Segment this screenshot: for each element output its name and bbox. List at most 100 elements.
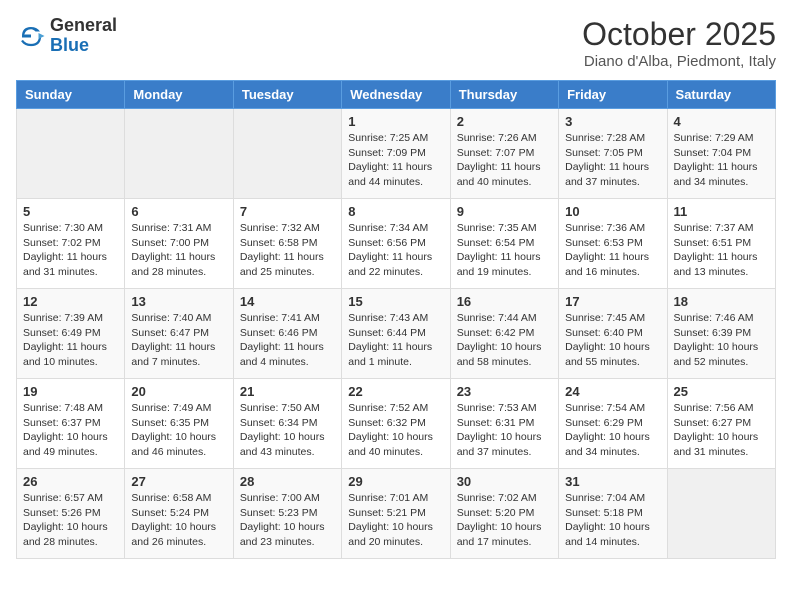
calendar-header-saturday: Saturday — [667, 81, 775, 109]
calendar-cell: 28Sunrise: 7:00 AM Sunset: 5:23 PM Dayli… — [233, 469, 341, 559]
calendar-cell: 20 Sunrise: 7:49 AM Sunset: 6:35 PM Dayli… — [125, 379, 233, 469]
day-info: Sunrise: 7:29 AM Sunset: 7:04 PM Dayligh… — [674, 131, 769, 190]
calendar-cell: 29 Sunrise: 7:01 AM Sunset: 5:21 PM Dayli… — [342, 469, 450, 559]
day-number: 11 — [674, 204, 769, 219]
day-number: 31 — [565, 474, 660, 489]
day-number: 29 — [348, 474, 443, 489]
day-number: 2 — [457, 114, 552, 129]
calendar-cell — [233, 109, 341, 199]
calendar-cell: 27Sunrise: 6:58 AM Sunset: 5:24 PM Dayli… — [125, 469, 233, 559]
day-info: Sunrise: 7:52 AM Sunset: 6:32 PM Dayligh… — [348, 401, 443, 460]
calendar-cell: 23 Sunrise: 7:53 AM Sunset: 6:31 PM Dayli… — [450, 379, 558, 469]
calendar-header-friday: Friday — [559, 81, 667, 109]
day-info: Sunrise: 7:37 AM Sunset: 6:51 PM Dayligh… — [674, 221, 769, 280]
day-info: Sunrise: 7:56 AM Sunset: 6:27 PM Dayligh… — [674, 401, 769, 460]
calendar-cell: 24 Sunrise: 7:54 AM Sunset: 6:29 PM Dayli… — [559, 379, 667, 469]
calendar-cell: 2 Sunrise: 7:26 AM Sunset: 7:07 PM Daylig… — [450, 109, 558, 199]
day-number: 10 — [565, 204, 660, 219]
day-info: Sunrise: 7:48 AM Sunset: 6:37 PM Dayligh… — [23, 401, 118, 460]
month-title: October 2025 — [582, 16, 776, 53]
day-number: 25 — [674, 384, 769, 399]
day-info: Sunrise: 7:36 AM Sunset: 6:53 PM Dayligh… — [565, 221, 660, 280]
day-number: 14 — [240, 294, 335, 309]
calendar-cell: 25 Sunrise: 7:56 AM Sunset: 6:27 PM Dayli… — [667, 379, 775, 469]
calendar-cell: 16 Sunrise: 7:44 AM Sunset: 6:42 PM Dayli… — [450, 289, 558, 379]
calendar-table: SundayMondayTuesdayWednesdayThursdayFrid… — [16, 80, 776, 559]
day-info: Sunrise: 7:35 AM Sunset: 6:54 PM Dayligh… — [457, 221, 552, 280]
day-info: Sunrise: 7:43 AM Sunset: 6:44 PM Dayligh… — [348, 311, 443, 370]
day-number: 24 — [565, 384, 660, 399]
calendar-cell: 14 Sunrise: 7:41 AM Sunset: 6:46 PM Dayli… — [233, 289, 341, 379]
day-number: 9 — [457, 204, 552, 219]
day-number: 12 — [23, 294, 118, 309]
day-number: 3 — [565, 114, 660, 129]
calendar-cell: 12 Sunrise: 7:39 AM Sunset: 6:49 PM Dayli… — [17, 289, 125, 379]
day-info: Sunrise: 7:44 AM Sunset: 6:42 PM Dayligh… — [457, 311, 552, 370]
calendar-cell — [667, 469, 775, 559]
day-number: 15 — [348, 294, 443, 309]
day-number: 23 — [457, 384, 552, 399]
day-info: Sunrise: 7:02 AM Sunset: 5:20 PM Dayligh… — [457, 491, 552, 550]
calendar-cell: 6Sunrise: 7:31 AM Sunset: 7:00 PM Daylig… — [125, 199, 233, 289]
location-subtitle: Diano d'Alba, Piedmont, Italy — [582, 53, 776, 70]
calendar-cell: 1 Sunrise: 7:25 AM Sunset: 7:09 PM Daylig… — [342, 109, 450, 199]
day-info: Sunrise: 7:32 AM Sunset: 6:58 PM Dayligh… — [240, 221, 335, 280]
day-info: Sunrise: 7:30 AM Sunset: 7:02 PM Dayligh… — [23, 221, 118, 280]
calendar-header-tuesday: Tuesday — [233, 81, 341, 109]
calendar-week-row: 5 Sunrise: 7:30 AM Sunset: 7:02 PM Daylig… — [17, 199, 776, 289]
calendar-cell: 3Sunrise: 7:28 AM Sunset: 7:05 PM Daylig… — [559, 109, 667, 199]
calendar-week-row: 12 Sunrise: 7:39 AM Sunset: 6:49 PM Dayli… — [17, 289, 776, 379]
day-number: 28 — [240, 474, 335, 489]
calendar-cell: 5 Sunrise: 7:30 AM Sunset: 7:02 PM Daylig… — [17, 199, 125, 289]
day-info: Sunrise: 6:57 AM Sunset: 5:26 PM Dayligh… — [23, 491, 118, 550]
calendar-cell: 13Sunrise: 7:40 AM Sunset: 6:47 PM Dayli… — [125, 289, 233, 379]
calendar-header-wednesday: Wednesday — [342, 81, 450, 109]
day-number: 4 — [674, 114, 769, 129]
day-info: Sunrise: 7:25 AM Sunset: 7:09 PM Dayligh… — [348, 131, 443, 190]
day-number: 5 — [23, 204, 118, 219]
day-number: 26 — [23, 474, 118, 489]
day-info: Sunrise: 7:04 AM Sunset: 5:18 PM Dayligh… — [565, 491, 660, 550]
day-info: Sunrise: 7:31 AM Sunset: 7:00 PM Dayligh… — [131, 221, 226, 280]
day-number: 21 — [240, 384, 335, 399]
day-info: Sunrise: 7:46 AM Sunset: 6:39 PM Dayligh… — [674, 311, 769, 370]
calendar-cell: 22Sunrise: 7:52 AM Sunset: 6:32 PM Dayli… — [342, 379, 450, 469]
logo: General Blue — [16, 16, 117, 56]
page-header: General Blue October 2025 Diano d'Alba, … — [16, 16, 776, 70]
calendar-header-row: SundayMondayTuesdayWednesdayThursdayFrid… — [17, 81, 776, 109]
day-number: 7 — [240, 204, 335, 219]
calendar-cell: 10 Sunrise: 7:36 AM Sunset: 6:53 PM Dayli… — [559, 199, 667, 289]
calendar-header-monday: Monday — [125, 81, 233, 109]
day-info: Sunrise: 7:40 AM Sunset: 6:47 PM Dayligh… — [131, 311, 226, 370]
day-info: Sunrise: 7:53 AM Sunset: 6:31 PM Dayligh… — [457, 401, 552, 460]
calendar-cell: 31 Sunrise: 7:04 AM Sunset: 5:18 PM Dayli… — [559, 469, 667, 559]
day-number: 8 — [348, 204, 443, 219]
day-info: Sunrise: 7:49 AM Sunset: 6:35 PM Dayligh… — [131, 401, 226, 460]
day-info: Sunrise: 7:39 AM Sunset: 6:49 PM Dayligh… — [23, 311, 118, 370]
day-number: 30 — [457, 474, 552, 489]
day-info: Sunrise: 7:26 AM Sunset: 7:07 PM Dayligh… — [457, 131, 552, 190]
day-info: Sunrise: 7:41 AM Sunset: 6:46 PM Dayligh… — [240, 311, 335, 370]
calendar-cell: 9 Sunrise: 7:35 AM Sunset: 6:54 PM Daylig… — [450, 199, 558, 289]
day-number: 18 — [674, 294, 769, 309]
calendar-cell: 8 Sunrise: 7:34 AM Sunset: 6:56 PM Daylig… — [342, 199, 450, 289]
calendar-cell — [125, 109, 233, 199]
calendar-cell: 15 Sunrise: 7:43 AM Sunset: 6:44 PM Dayli… — [342, 289, 450, 379]
day-number: 27 — [131, 474, 226, 489]
day-number: 20 — [131, 384, 226, 399]
day-number: 1 — [348, 114, 443, 129]
calendar-cell: 19Sunrise: 7:48 AM Sunset: 6:37 PM Dayli… — [17, 379, 125, 469]
day-info: Sunrise: 7:34 AM Sunset: 6:56 PM Dayligh… — [348, 221, 443, 280]
calendar-cell: 17Sunrise: 7:45 AM Sunset: 6:40 PM Dayli… — [559, 289, 667, 379]
day-info: Sunrise: 7:54 AM Sunset: 6:29 PM Dayligh… — [565, 401, 660, 460]
calendar-week-row: 19Sunrise: 7:48 AM Sunset: 6:37 PM Dayli… — [17, 379, 776, 469]
calendar-cell: 21Sunrise: 7:50 AM Sunset: 6:34 PM Dayli… — [233, 379, 341, 469]
calendar-cell — [17, 109, 125, 199]
logo-icon — [16, 21, 46, 51]
logo-text: General Blue — [50, 16, 117, 56]
calendar-cell: 7 Sunrise: 7:32 AM Sunset: 6:58 PM Daylig… — [233, 199, 341, 289]
calendar-week-row: 1 Sunrise: 7:25 AM Sunset: 7:09 PM Daylig… — [17, 109, 776, 199]
day-info: Sunrise: 7:01 AM Sunset: 5:21 PM Dayligh… — [348, 491, 443, 550]
day-info: Sunrise: 7:45 AM Sunset: 6:40 PM Dayligh… — [565, 311, 660, 370]
day-number: 16 — [457, 294, 552, 309]
